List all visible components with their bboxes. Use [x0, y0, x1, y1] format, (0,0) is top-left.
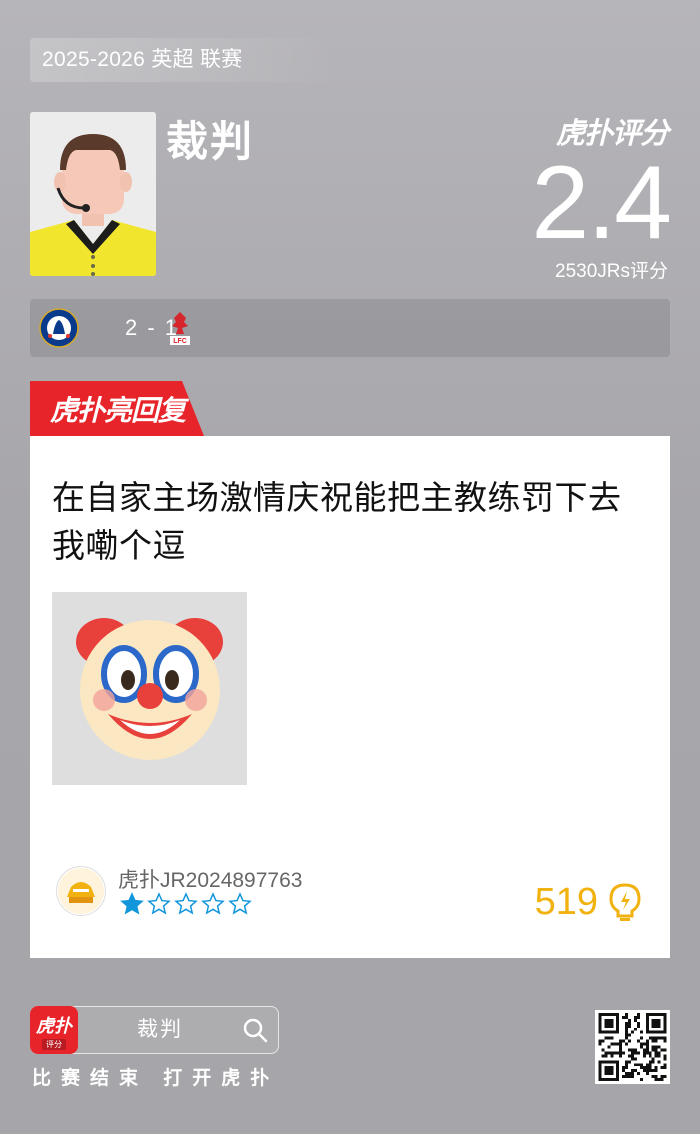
user-star-rating [120, 892, 252, 916]
chelsea-crest-icon [39, 308, 79, 348]
bottom-caption: 比赛结束 打开虎扑 [32, 1068, 280, 1089]
like-count: 519 [534, 881, 598, 923]
league-label: 2025-2026 英超 联赛 [30, 38, 340, 82]
lightbulb-icon[interactable] [608, 882, 642, 924]
user-avatar[interactable] [56, 866, 106, 916]
star-empty-icon [228, 892, 252, 915]
highlight-reply-tag: 虎扑亮回复 [30, 381, 204, 436]
search-icon[interactable] [242, 1017, 268, 1043]
app-icon-sub-label: 评分 [42, 1039, 66, 1050]
reply-text: 在自家主场激情庆祝能把主教练罚下去 我嘞个逗 [52, 479, 622, 564]
star-empty-icon [201, 892, 225, 915]
qr-code [595, 1010, 670, 1084]
search-text: 裁判 [137, 1018, 183, 1041]
rating-score: 2.4 [531, 145, 672, 261]
star-filled-icon [120, 892, 144, 915]
app-icon-main-label: 虎扑 [36, 1016, 72, 1036]
hupu-app-icon[interactable]: 虎扑 评分 [30, 1006, 78, 1054]
star-empty-icon [147, 892, 171, 915]
role-title: 裁判 [166, 118, 255, 165]
star-empty-icon [174, 892, 198, 915]
match-bar[interactable]: 2 - 1 LFC [30, 299, 670, 357]
reply-username[interactable]: 虎扑JR2024897763 [118, 864, 302, 894]
rating-votes: 2530JRs评分 [555, 261, 668, 282]
highlight-reply-label: 虎扑亮回复 [50, 395, 186, 426]
clown-face-icon [52, 592, 247, 785]
liverpool-crest-icon: LFC [170, 312, 190, 345]
reply-card: 在自家主场激情庆祝能把主教练罚下去 我嘞个逗 虎扑JR2024897763 51… [30, 436, 670, 958]
svg-text:LFC: LFC [173, 338, 187, 345]
referee-avatar [30, 112, 156, 276]
referee-illustration [30, 112, 156, 276]
